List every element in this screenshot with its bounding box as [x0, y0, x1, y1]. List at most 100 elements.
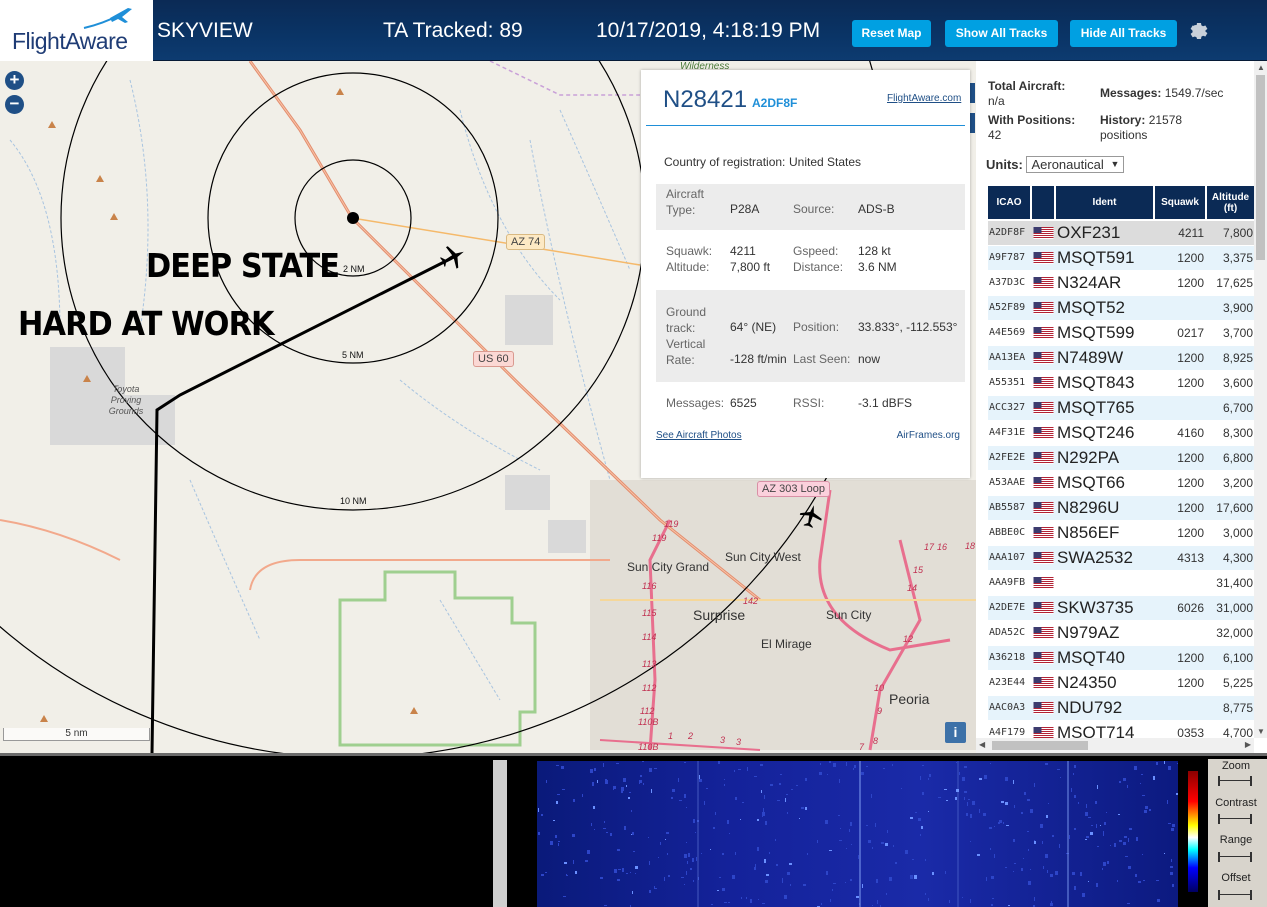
table-row[interactable]: A2DF8F OXF231 4211 7,800	[988, 221, 1254, 245]
messages-value: 6525	[730, 396, 757, 410]
scroll-up-arrow-icon[interactable]: ▲	[1257, 63, 1265, 72]
road-label-az74: AZ 74	[506, 234, 546, 250]
airframes-link[interactable]: AirFrames.org	[897, 430, 960, 441]
squawk-cell: 1200	[1177, 501, 1204, 515]
ident-cell: MSQT843	[1057, 373, 1135, 392]
contrast-slider[interactable]	[1218, 814, 1252, 824]
units-label: Units:	[986, 157, 1023, 172]
popup-hex-code: A2DF8F	[752, 96, 798, 110]
place-label-el-mirage: El Mirage	[761, 637, 812, 651]
aircraft-icon[interactable]	[799, 503, 823, 529]
scrollbar-thumb[interactable]	[1256, 75, 1265, 260]
table-row[interactable]: AA13EA N7489W 1200 8,925	[988, 346, 1254, 370]
table-row[interactable]: A36218 MSQT40 1200 6,100	[988, 646, 1254, 670]
table-row[interactable]: A37D3C N324AR 1200 17,625	[988, 271, 1254, 295]
table-row[interactable]: A9F787 MSQT591 1200 3,375	[988, 246, 1254, 270]
table-row[interactable]: A55351 MSQT843 1200 3,600	[988, 371, 1254, 395]
datetime-display: 10/17/2019, 4:18:19 PM	[596, 19, 821, 42]
altitude-cell: 32,000	[1216, 626, 1253, 640]
zoom-out-button[interactable]: −	[5, 95, 24, 114]
us-flag-icon	[1033, 402, 1054, 414]
show-all-tracks-button[interactable]: Show All Tracks	[945, 20, 1058, 47]
us-flag-icon	[1033, 652, 1054, 664]
column-header-altitude[interactable]: Altitude (ft)	[1207, 186, 1254, 219]
range-slider[interactable]	[1218, 852, 1252, 862]
ident-cell: SKW3735	[1057, 598, 1134, 617]
selected-aircraft-icon[interactable]	[440, 244, 466, 270]
table-row[interactable]: AB5587 N8296U 1200 17,600	[988, 496, 1254, 520]
altitude-cell: 3,200	[1222, 476, 1253, 490]
popup-country-row: Country of registration: United States	[656, 155, 965, 171]
waterfall-display	[537, 761, 1178, 907]
us-flag-icon	[1033, 702, 1054, 714]
hide-all-tracks-button[interactable]: Hide All Tracks	[1070, 20, 1177, 47]
panel-splitter[interactable]	[493, 760, 507, 907]
column-header-flag[interactable]	[1032, 186, 1054, 219]
offset-slider[interactable]	[1218, 890, 1252, 900]
altitude-cell: 8,300	[1222, 426, 1253, 440]
scroll-right-arrow-icon[interactable]: ▶	[1245, 740, 1251, 749]
column-header-ident[interactable]: Ident	[1056, 186, 1153, 219]
column-header-icao[interactable]: ICAO	[988, 186, 1030, 219]
exit-number: 112	[642, 683, 657, 693]
column-header-squawk[interactable]: Squawk	[1155, 186, 1205, 219]
altitude-cell: 6,700	[1222, 401, 1253, 415]
table-row[interactable]: AAC0A3 NDU792 8,775	[988, 696, 1254, 720]
scroll-down-arrow-icon[interactable]: ▼	[1257, 727, 1265, 736]
squawk-cell	[1154, 571, 1204, 595]
units-selected-value: Aeronautical	[1031, 157, 1104, 172]
ident-cell: MSQT52	[1057, 298, 1126, 317]
exit-number: 116	[642, 581, 657, 591]
popup-messages-row: Messages: 6525 RSSI: -3.1 dBFS	[656, 396, 965, 412]
flightaware-logo[interactable]: FlightAware	[0, 0, 153, 61]
table-row[interactable]: A53AAE MSQT66 1200 3,200	[988, 471, 1254, 495]
table-row[interactable]: A4F31E MSQT246 4160 8,300	[988, 421, 1254, 445]
zoom-slider[interactable]	[1218, 776, 1252, 786]
table-row[interactable]: A2DE7E SKW3735 6026 31,000	[988, 596, 1254, 620]
reset-map-button[interactable]: Reset Map	[852, 20, 931, 47]
table-row[interactable]: AAA107 SWA2532 4313 4,300	[988, 546, 1254, 570]
table-row[interactable]: AAA9FB 31,400	[988, 571, 1254, 595]
table-row[interactable]: A2FE2E N292PA 1200 6,800	[988, 446, 1254, 470]
aircraft-type-value: P28A	[730, 202, 760, 216]
exit-number: 110B	[638, 717, 659, 727]
units-select[interactable]: Aeronautical ▼	[1026, 156, 1125, 173]
exit-number: 8	[873, 736, 879, 746]
horizontal-scrollbar-thumb[interactable]	[992, 741, 1088, 750]
messages-label: Messages:	[666, 396, 725, 410]
position-value: 33.833°, -112.553°	[858, 320, 958, 334]
flightaware-link[interactable]: FlightAware.com	[887, 93, 961, 104]
table-row[interactable]: A52F89 MSQT52 3,900	[988, 296, 1254, 320]
zoom-label: Zoom	[1221, 760, 1251, 772]
squawk-cell: 6026	[1177, 601, 1204, 615]
us-flag-icon	[1033, 377, 1054, 389]
us-flag-icon	[1033, 427, 1054, 439]
table-row[interactable]: ADA52C N979AZ 32,000	[988, 621, 1254, 645]
squawk-cell: 1200	[1177, 251, 1204, 265]
logo-wordmark: FlightAware	[12, 28, 128, 54]
table-row[interactable]: A23E44 N24350 1200 5,225	[988, 671, 1254, 695]
scroll-left-arrow-icon[interactable]: ◀	[979, 740, 985, 749]
map-info-button[interactable]: i	[945, 722, 966, 743]
popup-callsign: N28421	[663, 86, 748, 113]
us-flag-icon	[1033, 327, 1054, 339]
exit-number: 3	[720, 735, 726, 745]
table-row[interactable]: ABBE0C N856EF 1200 3,000	[988, 521, 1254, 545]
with-positions-label: With Positions:	[988, 113, 1076, 127]
horizontal-scrollbar[interactable]: ◀ ▶	[976, 738, 1254, 753]
exit-number: 142	[743, 596, 759, 606]
gear-icon[interactable]	[1187, 18, 1211, 42]
place-label-sun-city-grand: Sun City Grand	[627, 560, 710, 574]
exit-number: 17	[924, 542, 935, 552]
squawk-value: 4211	[730, 244, 756, 258]
aircraft-photos-link[interactable]: See Aircraft Photos	[656, 430, 742, 441]
us-flag-icon	[1033, 252, 1054, 264]
ring-label-2nm: 2 NM	[343, 264, 365, 274]
icao-cell: A53AAE	[989, 477, 1026, 488]
table-row[interactable]: A4E569 MSQT599 0217 3,700	[988, 321, 1254, 345]
aircraft-info-popup: N28421 A2DF8F FlightAware.com Country of…	[641, 70, 970, 478]
history-unit: positions	[1100, 128, 1148, 142]
zoom-in-button[interactable]: +	[5, 71, 24, 90]
table-row[interactable]: ACC327 MSQT765 6,700	[988, 396, 1254, 420]
vertical-scrollbar[interactable]: ▲ ▼	[1254, 61, 1267, 738]
